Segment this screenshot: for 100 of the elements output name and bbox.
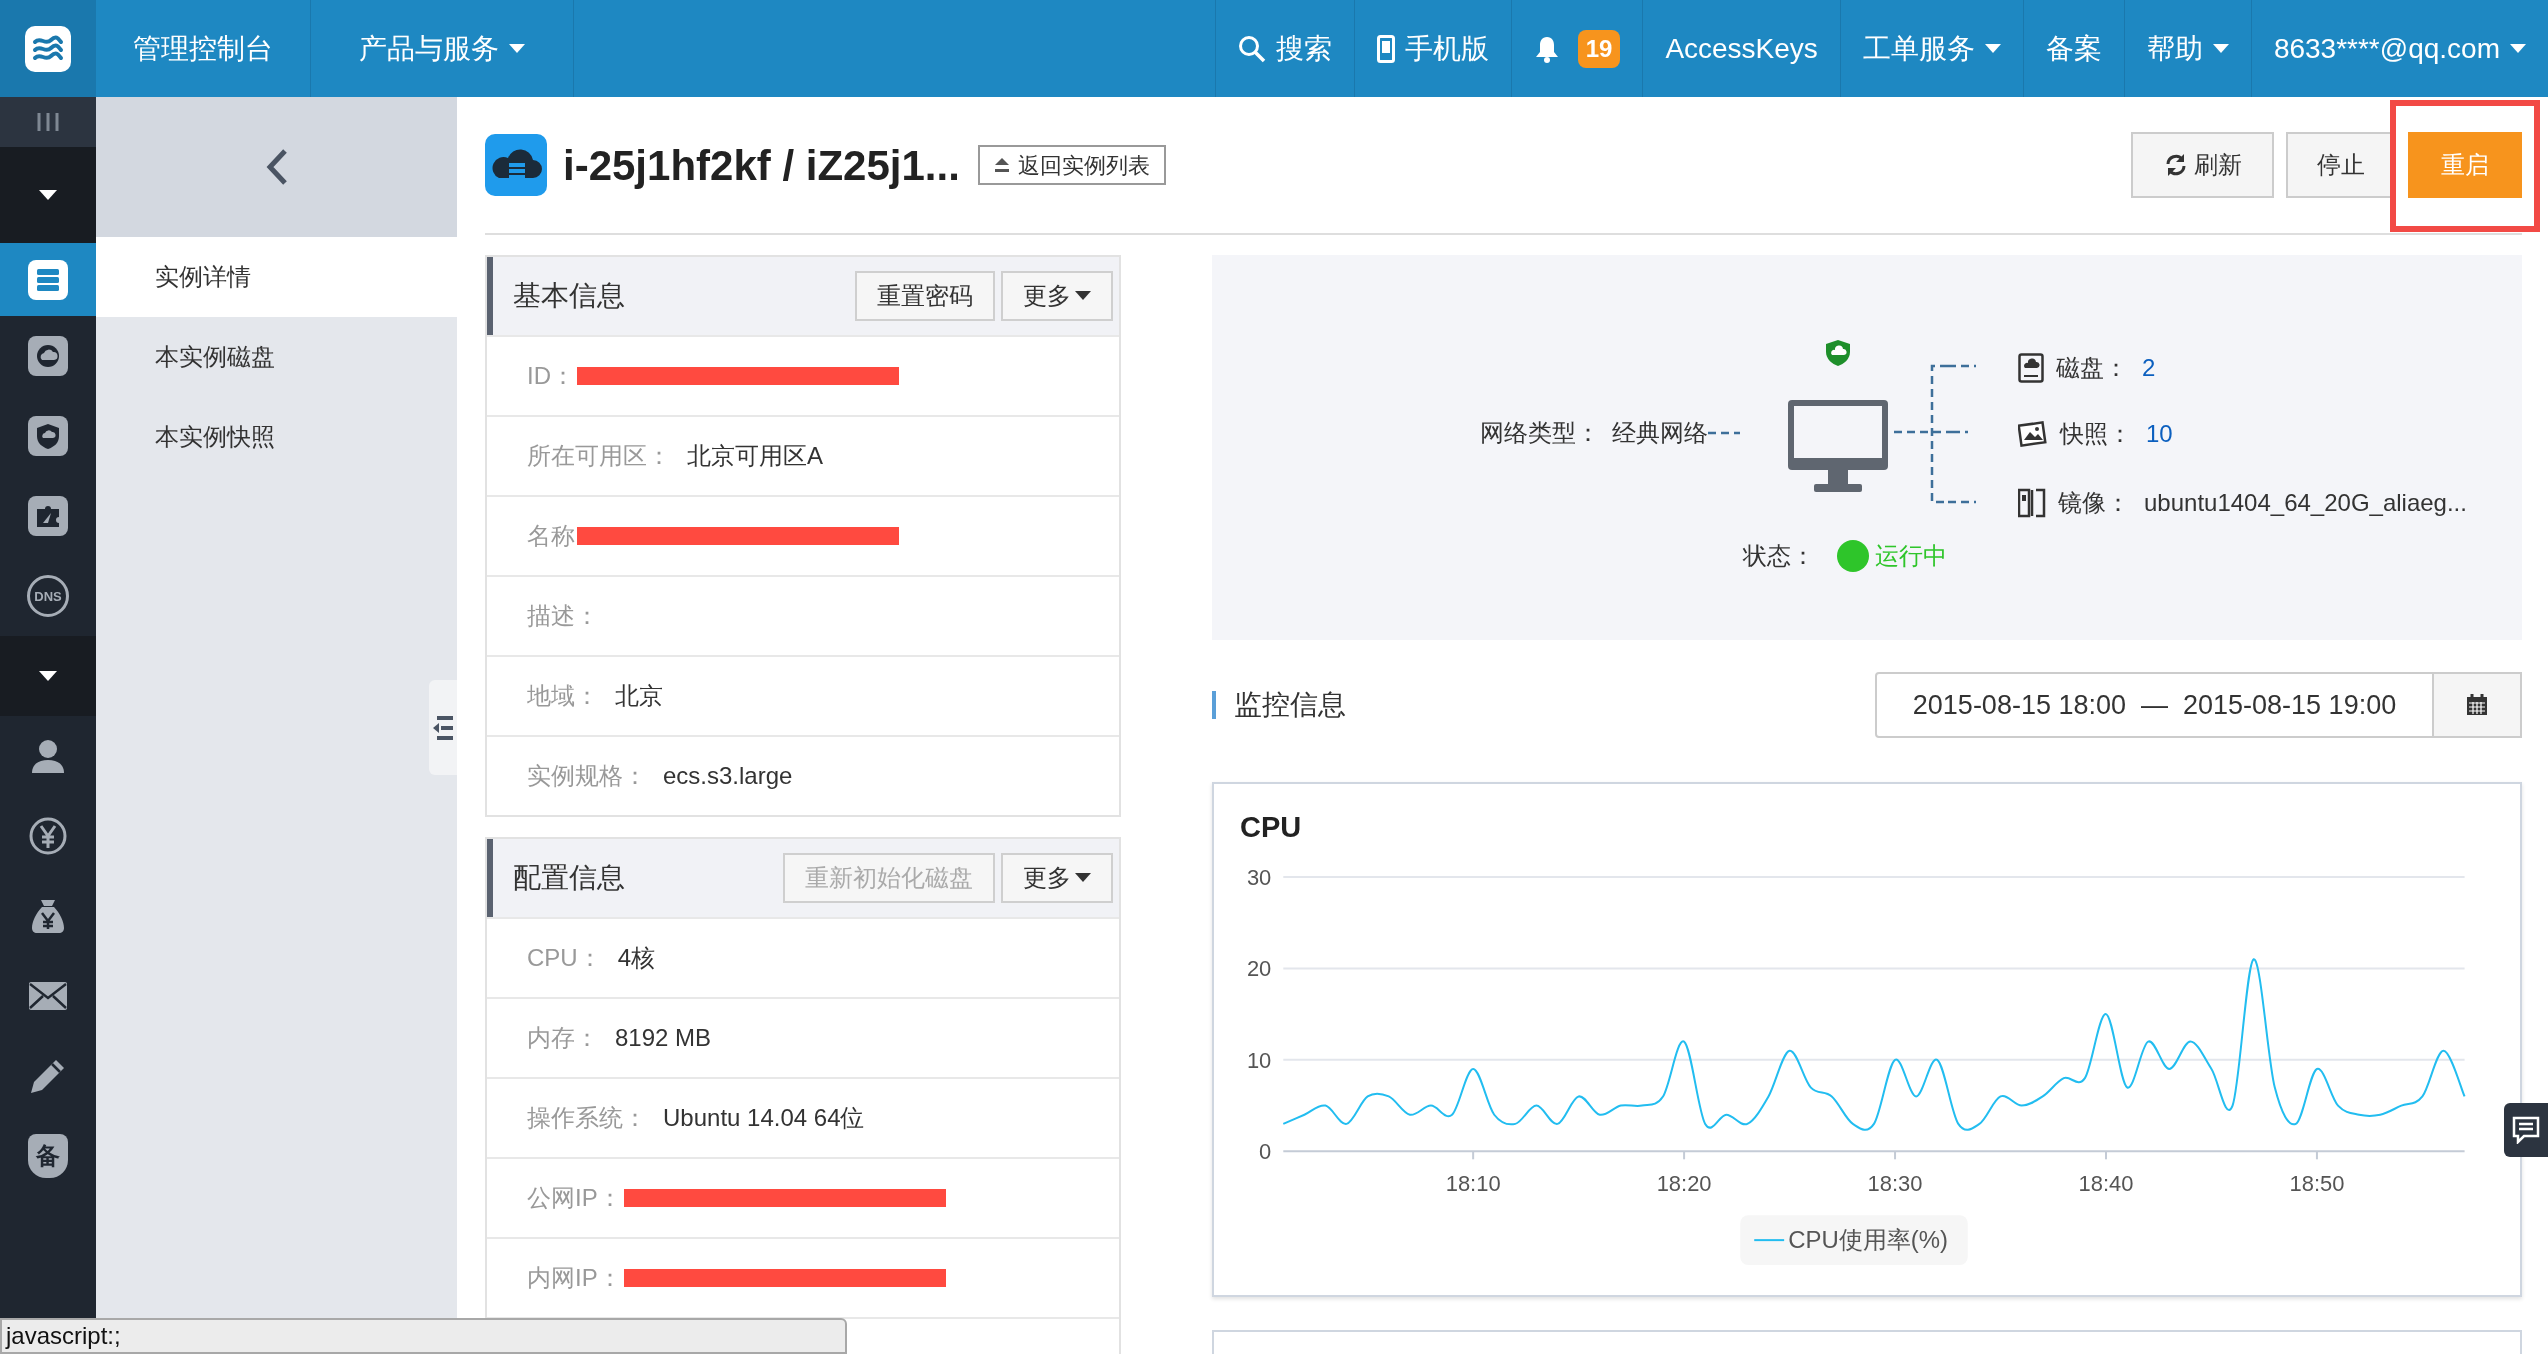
- mail-icon: [28, 981, 68, 1011]
- feedback-button[interactable]: [2504, 1103, 2548, 1157]
- logo[interactable]: [0, 0, 96, 97]
- notification-badge: 19: [1577, 29, 1621, 68]
- collapse-handle[interactable]: [429, 680, 457, 775]
- axis-label: 0: [1259, 1139, 1272, 1165]
- axis-label: 20: [1246, 956, 1272, 982]
- field-value: 4核: [617, 943, 656, 973]
- puzzle-icon: [28, 496, 68, 536]
- dns-icon: DNS: [27, 575, 69, 617]
- field-label: 公网IP：: [527, 1183, 622, 1213]
- axis-label: 18:20: [1656, 1171, 1712, 1197]
- logo-icon: [25, 25, 71, 72]
- legend-item[interactable]: CPU使用率(%): [1740, 1215, 1968, 1266]
- field-label: 描述：: [527, 601, 599, 631]
- section-title: 配置信息: [513, 861, 626, 895]
- nav-item[interactable]: 管理控制台: [96, 0, 310, 97]
- photos-icon: [2018, 420, 2048, 448]
- field-label: 内存：: [527, 1023, 599, 1053]
- caret-icon: [1984, 43, 2001, 54]
- field-label: 所在可用区：: [527, 441, 671, 471]
- upload-icon: [993, 158, 1010, 172]
- nav-item[interactable]: 帮助: [2123, 0, 2251, 97]
- nav-item[interactable]: 工单服务: [1839, 0, 2023, 97]
- sub-nav-item[interactable]: 实例详情: [96, 237, 457, 317]
- mirror-image-icon: [2018, 488, 2046, 518]
- field-label: 操作系统：: [527, 1103, 647, 1133]
- rail-item[interactable]: DNS: [0, 556, 96, 636]
- section-title: 基本信息: [513, 279, 626, 313]
- resource-link[interactable]: 2: [2142, 350, 2156, 386]
- nav-item[interactable]: 8633****@qq.com: [2250, 0, 2548, 97]
- network-type-value: 经典网络: [1612, 418, 1708, 448]
- calendar-button[interactable]: [2434, 672, 2522, 738]
- axis-label: 18:50: [2289, 1171, 2345, 1197]
- field-label: 地域：: [527, 681, 599, 711]
- field-label: CPU：: [527, 943, 602, 973]
- bell-icon: [1533, 34, 1560, 63]
- rail-item[interactable]: [0, 97, 96, 147]
- chevron-left-icon: [265, 148, 288, 186]
- caret-icon: [1075, 873, 1091, 883]
- yen-icon: [28, 816, 68, 856]
- caret-icon: [509, 43, 525, 54]
- rail-item[interactable]: 备: [0, 1116, 96, 1196]
- resource-label: 快照：: [2060, 419, 2132, 449]
- field-label: 实例规格：: [527, 761, 647, 791]
- field-value: 北京可用区A: [687, 441, 823, 471]
- caret-icon: [2510, 43, 2526, 54]
- back-to-list-button[interactable]: 返回实例列表: [977, 145, 1166, 185]
- filing-badge-icon: 备: [28, 1134, 68, 1178]
- date-range-field[interactable]: 2015-08-15 18:00 — 2015-08-15 19:00: [1875, 672, 2434, 738]
- sub-nav-item[interactable]: 本实例磁盘: [96, 317, 457, 397]
- resource-label: 镜像：: [2058, 488, 2130, 518]
- section-button[interactable]: 更多: [1001, 271, 1113, 321]
- status-bar-url: javascript:;: [0, 1318, 847, 1354]
- shield-icon: [28, 416, 68, 456]
- field-value: ecs.s3.large: [663, 761, 793, 791]
- monitoring-title: 监控信息: [1234, 688, 1346, 722]
- caret-icon: [39, 671, 57, 681]
- resource-value: ubuntu1404_64_20G_aliaeg...: [2144, 488, 2467, 518]
- axis-label: 18:40: [2078, 1171, 2134, 1197]
- nav-item[interactable]: AccessKeys: [1642, 0, 1840, 97]
- network-type-label: 网络类型：: [1480, 418, 1600, 448]
- nav-item[interactable]: 手机版: [1353, 0, 1511, 97]
- nav-item[interactable]: 备案: [2022, 0, 2124, 97]
- caret-icon: [2212, 43, 2229, 54]
- chart-title: CPU: [1240, 810, 1303, 842]
- phone-icon: [1376, 34, 1395, 63]
- server-icon: [28, 259, 68, 300]
- rail-item[interactable]: [0, 243, 96, 316]
- action-button[interactable]: 刷新: [2131, 132, 2274, 198]
- caret-icon: [39, 190, 57, 200]
- field-value: Ubuntu 14.04 64位: [663, 1103, 865, 1133]
- sub-nav-item[interactable]: 本实例快照: [96, 397, 457, 477]
- caret-icon: [1075, 291, 1091, 301]
- field-label: 内网IP：: [527, 1263, 622, 1293]
- connector-line: [1708, 431, 1740, 435]
- field-value: 北京: [615, 681, 663, 711]
- calendar-icon: [2466, 694, 2488, 716]
- chat-icon: [2512, 1116, 2540, 1144]
- field-value: 8192 MB: [615, 1023, 712, 1053]
- status-label: 状态：: [1743, 541, 1815, 571]
- instance-title: i-25j1hf2kf / iZ25j1...: [563, 140, 960, 191]
- axis-label: 18:10: [1445, 1171, 1501, 1197]
- search-icon: [1237, 34, 1266, 63]
- status-value: 运行中: [1875, 541, 1947, 571]
- axis-label: 18:30: [1867, 1171, 1923, 1197]
- nav-item[interactable]: 搜索: [1214, 0, 1354, 97]
- section-button[interactable]: 更多: [1001, 853, 1113, 903]
- shield-icon: [1826, 340, 1850, 366]
- axis-label: 10: [1246, 1047, 1272, 1073]
- resource-label: 磁盘：: [2056, 353, 2128, 383]
- cloud-server-icon: [485, 134, 547, 196]
- legend-label: CPU使用率(%): [1788, 1226, 1948, 1254]
- field-label: ID：: [527, 361, 575, 391]
- resource-link[interactable]: 10: [2146, 416, 2173, 452]
- section-button[interactable]: 重置密码: [855, 271, 995, 321]
- menu-icon: [35, 113, 61, 131]
- collapse-icon: [433, 715, 453, 740]
- field-label: 名称: [527, 521, 575, 551]
- axis-label: 30: [1246, 864, 1272, 890]
